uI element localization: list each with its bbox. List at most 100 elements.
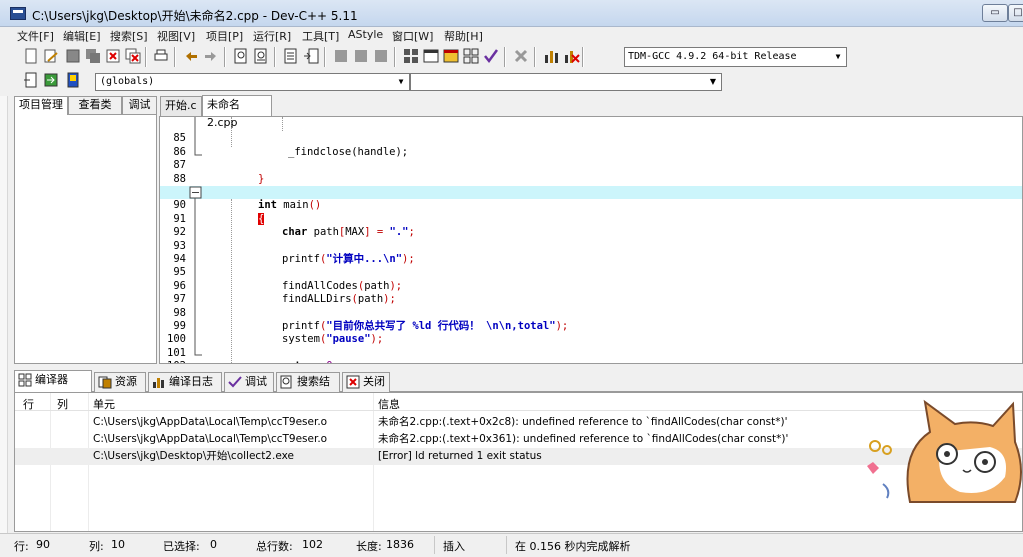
goto-definition-icon[interactable]	[64, 71, 82, 89]
chevron-down-icon[interactable]: ▼	[393, 74, 409, 90]
tab-class-browser[interactable]: 查看类	[68, 96, 122, 114]
rebuild-icon[interactable]	[462, 47, 480, 65]
tab-close[interactable]: 关闭	[342, 372, 390, 392]
menu-run[interactable]: 运行[R]	[253, 28, 291, 44]
minimize-button[interactable]: ▭	[982, 4, 1008, 22]
status-separator	[434, 536, 435, 554]
globals-select-value: (globals)	[100, 76, 155, 87]
toolbar-separator	[534, 47, 536, 67]
project-tree[interactable]	[14, 114, 157, 364]
menu-help[interactable]: 帮助[H]	[444, 28, 483, 44]
header-unit[interactable]: 单元	[93, 396, 115, 412]
search-results-icon	[280, 375, 292, 389]
header-col[interactable]: 列	[57, 396, 68, 412]
compiler-select-value: TDM-GCC 4.9.2 64-bit Release	[628, 51, 797, 62]
chevron-down-icon[interactable]: ▼	[830, 48, 846, 66]
tab-compiler[interactable]: 编译器 (3)	[14, 370, 92, 404]
tab-compile-log[interactable]: 编译日志	[148, 372, 222, 392]
toolbar-separator	[224, 47, 226, 67]
code-line: 98 printf("目前你总共写了 %ld 行代码！ \n\n,total")…	[160, 293, 1022, 332]
menu-search[interactable]: 搜索[S]	[110, 28, 148, 44]
bookmark-icon[interactable]	[302, 47, 320, 65]
output-tabs: 编译器 (3) 资源 编译日志 调试 搜索结果 关闭	[14, 370, 1023, 406]
compile-run-icon[interactable]	[442, 47, 460, 65]
close-file-icon[interactable]	[104, 47, 122, 65]
editor-tab-kaishi[interactable]: 开始.c	[160, 96, 202, 116]
toolbar-separator	[174, 47, 176, 67]
project-panel: 项目管理 查看类 调试	[14, 96, 157, 364]
stop-execution-icon[interactable]	[512, 47, 530, 65]
find-icon[interactable]	[232, 47, 250, 65]
run-icon[interactable]	[422, 47, 440, 65]
close-all-icon[interactable]	[124, 47, 142, 65]
compiler-select[interactable]: TDM-GCC 4.9.2 64-bit Release ▼	[624, 47, 847, 67]
indent-icon[interactable]	[332, 47, 350, 65]
status-len-label: 长度:	[356, 540, 382, 553]
compiler-grid-icon	[18, 373, 32, 387]
print-icon[interactable]	[152, 47, 170, 65]
message-info: 未命名2.cpp:(.text+0x361): undefined refere…	[378, 433, 789, 445]
menu-file[interactable]: 文件[F]	[17, 28, 54, 44]
save-icon[interactable]	[64, 47, 82, 65]
indent-guide	[282, 117, 283, 131]
scope-select[interactable]: ▼	[410, 73, 722, 91]
save-all-icon[interactable]	[84, 47, 102, 65]
tab-debug-output-label: 调试	[245, 375, 267, 388]
redo-icon[interactable]	[202, 47, 220, 65]
tab-debug-output[interactable]: 调试	[224, 372, 274, 392]
menu-view[interactable]: 视图[V]	[157, 28, 195, 44]
code-editor[interactable]: 85 _findclose(handle); 86 87 } 88 89 int…	[159, 116, 1023, 364]
editor-tabs: 开始.c 未命名2.cpp	[160, 95, 1023, 129]
undo-icon[interactable]	[182, 47, 200, 65]
status-len-value: 1836	[386, 538, 414, 551]
window-title: C:\Users\jkg\Desktop\开始\未命名2.cpp - Dev-C…	[32, 9, 358, 23]
menu-window[interactable]: 窗口[W]	[392, 28, 433, 44]
header-line[interactable]: 行	[23, 396, 34, 412]
status-sel-label: 已选择:	[163, 540, 200, 553]
status-separator	[506, 536, 507, 554]
maximize-button[interactable]: □	[1008, 4, 1023, 22]
code-line: 88	[160, 159, 1022, 185]
new-file-icon[interactable]	[22, 47, 40, 65]
replace-icon[interactable]	[252, 47, 270, 65]
code-line: 99 system("pause");	[160, 307, 1022, 345]
tab-debug[interactable]: 调试	[122, 96, 157, 114]
resources-icon	[98, 376, 112, 389]
toolbar-separator	[394, 47, 396, 67]
menu-edit[interactable]: 编辑[E]	[63, 28, 101, 44]
app-icon	[10, 7, 26, 20]
message-info: 未命名2.cpp:(.text+0x2c8): undefined refere…	[378, 416, 788, 428]
toolbar-separator	[274, 47, 276, 67]
status-total-label: 总行数:	[256, 540, 293, 553]
tab-project-manager[interactable]: 项目管理	[14, 96, 68, 115]
message-unit: C:\Users\jkg\AppData\Local\Temp\ccT9eser…	[93, 416, 328, 428]
tab-resources[interactable]: 资源	[94, 372, 146, 392]
globals-select[interactable]: (globals) ▼	[95, 73, 410, 91]
code-line: 97	[160, 280, 1022, 305]
tab-search-results[interactable]: 搜索结果	[276, 372, 340, 406]
code-line: 89 int main()	[160, 173, 1022, 211]
status-col-label: 列:	[89, 540, 104, 553]
header-info[interactable]: 信息	[378, 396, 400, 412]
check-icon	[228, 376, 242, 388]
title-bar[interactable]: C:\Users\jkg\Desktop\开始\未命名2.cpp - Dev-C…	[0, 0, 1023, 27]
menu-astyle[interactable]: AStyle	[348, 28, 383, 41]
goto-declaration-icon[interactable]	[42, 71, 60, 89]
editor-tab-weimingming2[interactable]: 未命名2.cpp	[202, 95, 272, 129]
delete-profile-icon[interactable]	[562, 47, 580, 65]
compile-icon[interactable]	[402, 47, 420, 65]
unindent-icon[interactable]	[352, 47, 370, 65]
insert-icon[interactable]	[22, 71, 40, 89]
menu-tools[interactable]: 工具[T]	[302, 28, 339, 44]
goto-line-icon[interactable]	[282, 47, 300, 65]
toggle-comment-icon[interactable]	[372, 47, 390, 65]
status-sel-value: 0	[210, 538, 217, 551]
syntax-check-icon[interactable]	[482, 47, 500, 65]
tab-compile-log-label: 编译日志	[169, 375, 213, 388]
open-file-icon[interactable]	[42, 47, 60, 65]
menu-project[interactable]: 项目[P]	[206, 28, 243, 44]
chevron-down-icon[interactable]: ▼	[705, 74, 721, 90]
indent-guide	[231, 199, 232, 363]
profile-icon[interactable]	[542, 47, 560, 65]
message-unit: C:\Users\jkg\AppData\Local\Temp\ccT9eser…	[93, 433, 328, 445]
